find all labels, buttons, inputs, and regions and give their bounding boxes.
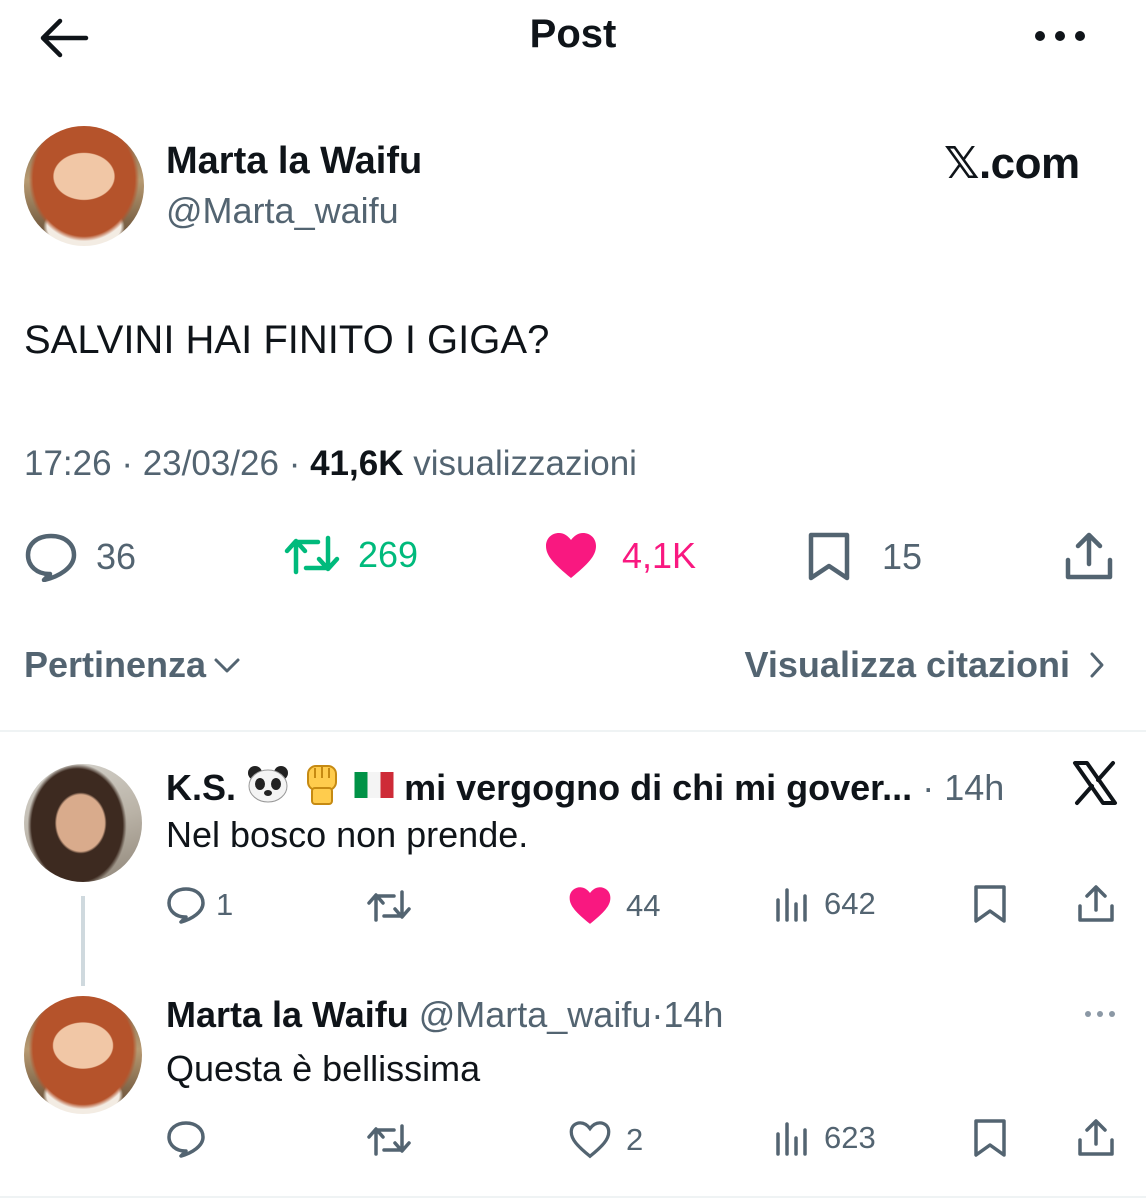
share-icon [1078,885,1114,922]
quotes-label: Visualizza citazioni [744,644,1070,685]
chevron-right-icon [1090,652,1104,678]
separator: · [651,994,664,1035]
reply-text: Nel bosco non prende. [166,814,529,855]
views-chart-icon [776,1122,807,1156]
sort-label: Pertinenza [24,644,207,685]
reply-time[interactable]: 14h [663,994,723,1035]
like-button[interactable]: 4,1K [544,532,696,580]
repost-icon [367,890,411,922]
reply-time[interactable]: 14h [944,767,1004,808]
reply-repost-button[interactable] [366,1122,412,1158]
post-time[interactable]: 17:26 [24,444,112,483]
author-name[interactable]: Marta la Waifu [166,140,422,183]
reply-author-handle: @Marta_waifu [418,994,652,1035]
post-meta: 17:26 · 23/03/26 · 41,6K visualizzazioni [24,444,637,484]
views-count: 623 [824,1120,876,1155]
x-watermark: 𝕏.com [944,139,1080,188]
divider [0,730,1146,732]
reply-author-prefix: K.S. [166,767,237,808]
reply-icon [25,533,77,582]
reply-icon [167,887,205,924]
thread-line [81,896,85,986]
repost-icon [367,1124,411,1156]
post-text: SALVINI HAI FINITO I GIGA? [24,318,550,362]
reply-author-line[interactable]: Marta la Waifu @Marta_waifu·14h [166,994,723,1036]
repost-button[interactable]: 269 [284,532,418,578]
share-icon [1065,532,1113,580]
heart-filled-icon [569,887,611,924]
reply-author-suffix: mi vergogno di chi mi gover... [404,767,913,808]
like-count: 4,1K [622,535,697,576]
share-icon [1078,1119,1114,1156]
reply-more-button[interactable] [1082,1004,1118,1024]
divider [0,1196,1146,1198]
reply-bookmark-button[interactable] [972,884,1008,924]
page-title: Post [529,12,617,56]
repost-count: 269 [358,534,419,575]
reply-views-button[interactable]: 623 [774,1120,876,1156]
share-button[interactable] [1064,532,1114,582]
bookmark-icon [808,532,850,581]
reply-share-button[interactable] [1076,1118,1116,1158]
post-date[interactable]: 23/03/26 [143,444,279,483]
bookmark-button[interactable]: 15 [806,532,922,582]
repost-icon [284,535,340,575]
reply-count: 36 [96,536,137,577]
reply-author-name: Marta la Waifu [166,994,409,1035]
views-label: visualizzazioni [413,444,637,483]
reply-avatar[interactable] [24,996,142,1114]
bookmark-icon [974,1119,1006,1157]
reply-count: 1 [216,887,234,922]
avatar[interactable] [24,126,144,246]
reply-text: Questa è bellissima [166,1048,481,1089]
author-handle[interactable]: @Marta_waifu [166,190,399,232]
more-options-button[interactable] [1030,20,1090,52]
more-horizontal-icon [1035,31,1085,41]
reply-repost-button[interactable] [366,888,412,924]
chevron-down-icon [214,658,240,673]
reply-like-button[interactable]: 2 [568,1120,643,1160]
heart-outline-icon [569,1121,611,1159]
reply-author-name[interactable]: K.S. mi vergogno di chi mi gover... · 14… [166,762,1004,809]
views-count: 642 [824,886,876,921]
more-horizontal-icon [1085,1011,1115,1017]
like-count: 2 [626,1122,644,1157]
x-logo-icon [1072,760,1118,806]
bookmark-icon [974,885,1006,923]
reply-bookmark-button[interactable] [972,1118,1008,1158]
views-chart-icon [776,888,807,922]
separator: · [922,767,935,808]
reply-reply-button[interactable] [166,1120,206,1158]
reply-views-button[interactable]: 642 [774,886,876,922]
sort-dropdown[interactable]: Pertinenza [24,644,242,686]
reply-like-button[interactable]: 44 [568,886,660,926]
raised-fist-icon [307,765,338,805]
reply-share-button[interactable] [1076,884,1116,924]
reply-button[interactable]: 36 [24,532,136,582]
like-count: 44 [626,888,661,923]
bookmark-count: 15 [882,536,923,577]
view-quotes-link[interactable]: Visualizza citazioni [745,644,1106,686]
reply-icon [167,1121,205,1158]
separator: · [121,444,133,483]
reply-reply-button[interactable]: 1 [166,886,233,924]
separator: · [288,444,301,483]
reply-avatar[interactable] [24,764,142,882]
panda-face-icon [248,766,289,803]
italy-flag-icon [354,772,394,798]
views-count: 41,6K [310,444,404,483]
heart-filled-icon [546,533,596,578]
